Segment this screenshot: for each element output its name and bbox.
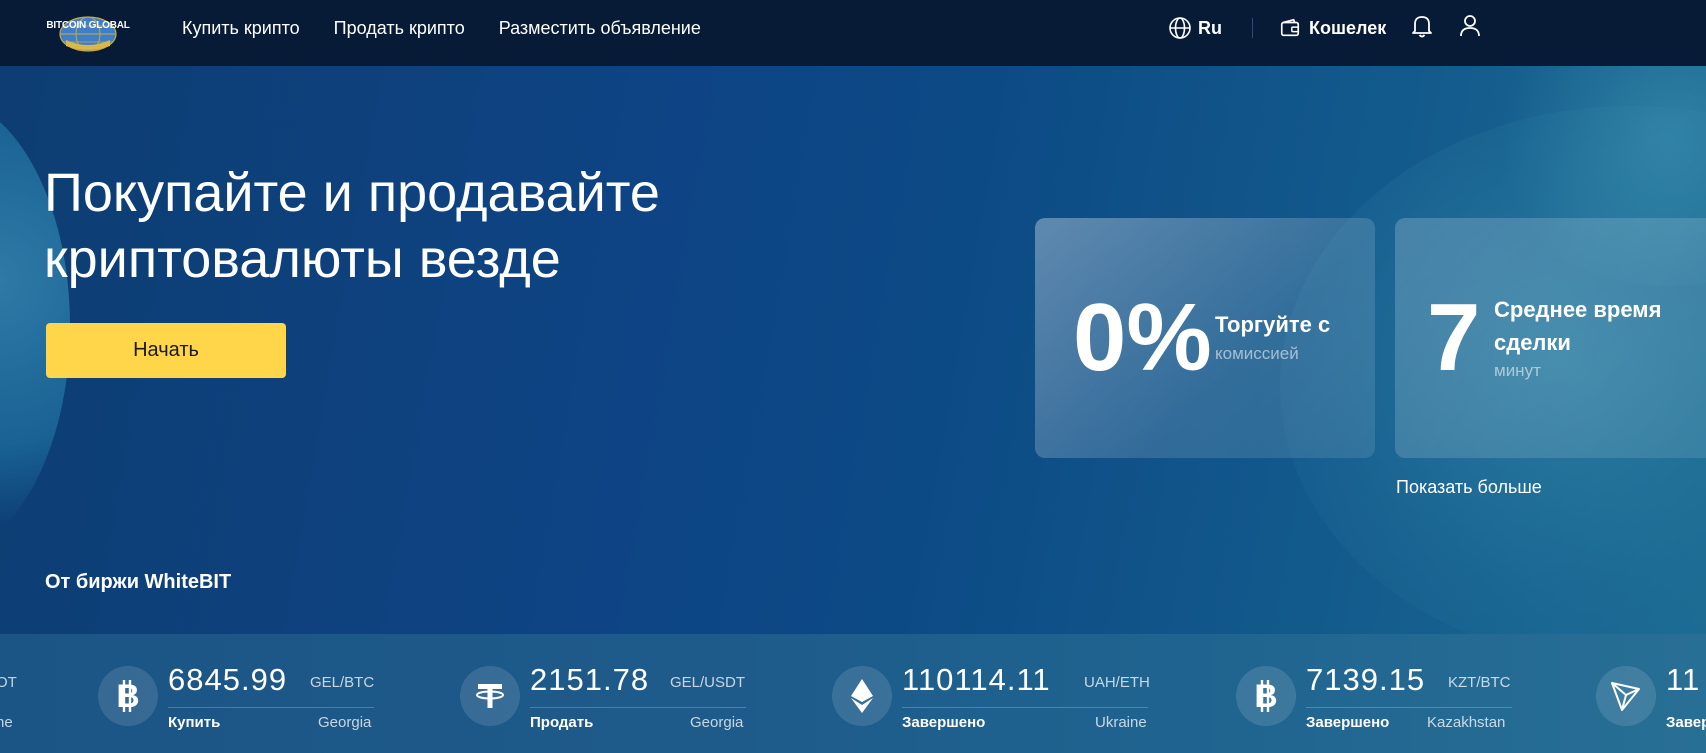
hero-title: Покупайте и продавайте криптовалюты везд… bbox=[44, 160, 804, 292]
ticker-partial-country: ne bbox=[0, 714, 13, 731]
notifications-button[interactable] bbox=[1410, 13, 1434, 43]
bitcoin-global-logo[interactable]: BITCOIN GLOBAL bbox=[42, 10, 134, 52]
globe-icon bbox=[1169, 17, 1191, 39]
stat-card-subtitle: минут bbox=[1494, 361, 1541, 380]
ticker-pair: KZT/BTC bbox=[1448, 674, 1511, 691]
ticker-divider bbox=[902, 707, 1148, 708]
hero-title-line1: Покупайте и продавайте bbox=[44, 163, 660, 223]
ticker-divider bbox=[168, 707, 374, 708]
trx-icon bbox=[1596, 666, 1656, 726]
logo-text: BITCOIN GLOBAL bbox=[46, 20, 130, 31]
show-more-link[interactable]: Показать больше bbox=[1396, 477, 1542, 498]
ticker-status: Завер bbox=[1666, 714, 1706, 731]
header-actions: Ru Кошелек bbox=[1168, 0, 1482, 56]
svg-text:B: B bbox=[116, 678, 139, 714]
ticker-country: Kazakhstan bbox=[1427, 714, 1506, 731]
bell-icon bbox=[1412, 16, 1433, 38]
ticker-status: Завершено bbox=[902, 714, 986, 731]
ticker-price: 2151.78 bbox=[530, 662, 650, 697]
usdt-icon bbox=[460, 666, 520, 726]
nav-sell-crypto[interactable]: Продать крипто bbox=[334, 18, 465, 39]
stat-card-title: Торгуйте с bbox=[1215, 312, 1331, 337]
stat-card-value: 0% bbox=[1073, 284, 1212, 391]
btc-icon: B bbox=[98, 666, 158, 726]
svg-text:B: B bbox=[1254, 678, 1277, 714]
wallet-icon bbox=[1280, 18, 1300, 37]
language-selector[interactable]: Ru bbox=[1168, 16, 1222, 40]
profile-button[interactable] bbox=[1458, 13, 1482, 43]
eth-icon bbox=[832, 666, 892, 726]
ticker-pair: GEL/BTC bbox=[310, 674, 375, 691]
stat-card-title: Среднее время сделки bbox=[1494, 297, 1662, 355]
hero-section: Покупайте и продавайте криптовалюты везд… bbox=[0, 66, 1706, 634]
ticker-pair: GEL/USDT bbox=[670, 674, 746, 691]
hero-title-line2: криптовалюты везде bbox=[44, 229, 561, 289]
ticker-price: 6845.99 bbox=[168, 662, 288, 697]
main-nav: Купить крипто Продать крипто Разместить … bbox=[182, 0, 701, 56]
ticker-divider bbox=[1306, 707, 1512, 708]
ticker-item[interactable]: B 6845.99 GEL/BTC Купить Georgia bbox=[98, 662, 378, 732]
ticker-pair: UAH/ETH bbox=[1084, 674, 1150, 691]
ticker-country: Georgia bbox=[318, 714, 372, 731]
stat-card-value: 7 bbox=[1427, 284, 1481, 391]
nav-post-ad[interactable]: Разместить объявление bbox=[499, 18, 701, 39]
ticker-partial-pair: OT bbox=[0, 674, 17, 691]
from-exchange-label: От биржи WhiteBIT bbox=[45, 571, 232, 593]
ticker-price: 7139.15 bbox=[1306, 662, 1426, 697]
ticker-status: Купить bbox=[168, 714, 221, 731]
wallet-label: Кошелек bbox=[1309, 17, 1387, 38]
wallet-link[interactable]: Кошелек bbox=[1279, 17, 1386, 39]
trades-ticker: OT ne B 6845.99 GEL/BTC Купить Georgia 2… bbox=[0, 634, 1706, 753]
top-header: BITCOIN GLOBAL Купить крипто Продать кри… bbox=[0, 0, 1706, 66]
ticker-status: Завершено bbox=[1306, 714, 1390, 731]
ticker-divider bbox=[530, 707, 746, 708]
ticker-country: Georgia bbox=[690, 714, 744, 731]
header-divider bbox=[1252, 18, 1253, 38]
language-label: Ru bbox=[1198, 17, 1222, 38]
ticker-item[interactable]: B 7139.15 KZT/BTC Завершено Kazakhstan bbox=[1236, 662, 1536, 732]
ticker-country: Ukraine bbox=[1095, 714, 1147, 731]
start-button[interactable]: Начать bbox=[46, 323, 286, 378]
globe-logo-icon bbox=[59, 16, 117, 52]
ticker-price: 110114.11 bbox=[902, 662, 1051, 697]
ticker-item[interactable]: 110114.11 UAH/ETH Завершено Ukraine bbox=[832, 662, 1152, 732]
stat-card-commission: 0% Торгуйте с комиссией bbox=[1035, 218, 1375, 458]
stat-card-average-time: 7 Среднее время сделки минут bbox=[1395, 218, 1706, 458]
ticker-price: 11 bbox=[1666, 662, 1701, 697]
ticker-status: Продать bbox=[530, 714, 594, 731]
ticker-item[interactable]: 11 Завер bbox=[1596, 662, 1706, 732]
nav-buy-crypto[interactable]: Купить крипто bbox=[182, 18, 300, 39]
stat-card-subtitle: комиссией bbox=[1215, 344, 1299, 363]
user-icon bbox=[1460, 15, 1481, 37]
ticker-item[interactable]: 2151.78 GEL/USDT Продать Georgia bbox=[460, 662, 750, 732]
btc-icon: B bbox=[1236, 666, 1296, 726]
